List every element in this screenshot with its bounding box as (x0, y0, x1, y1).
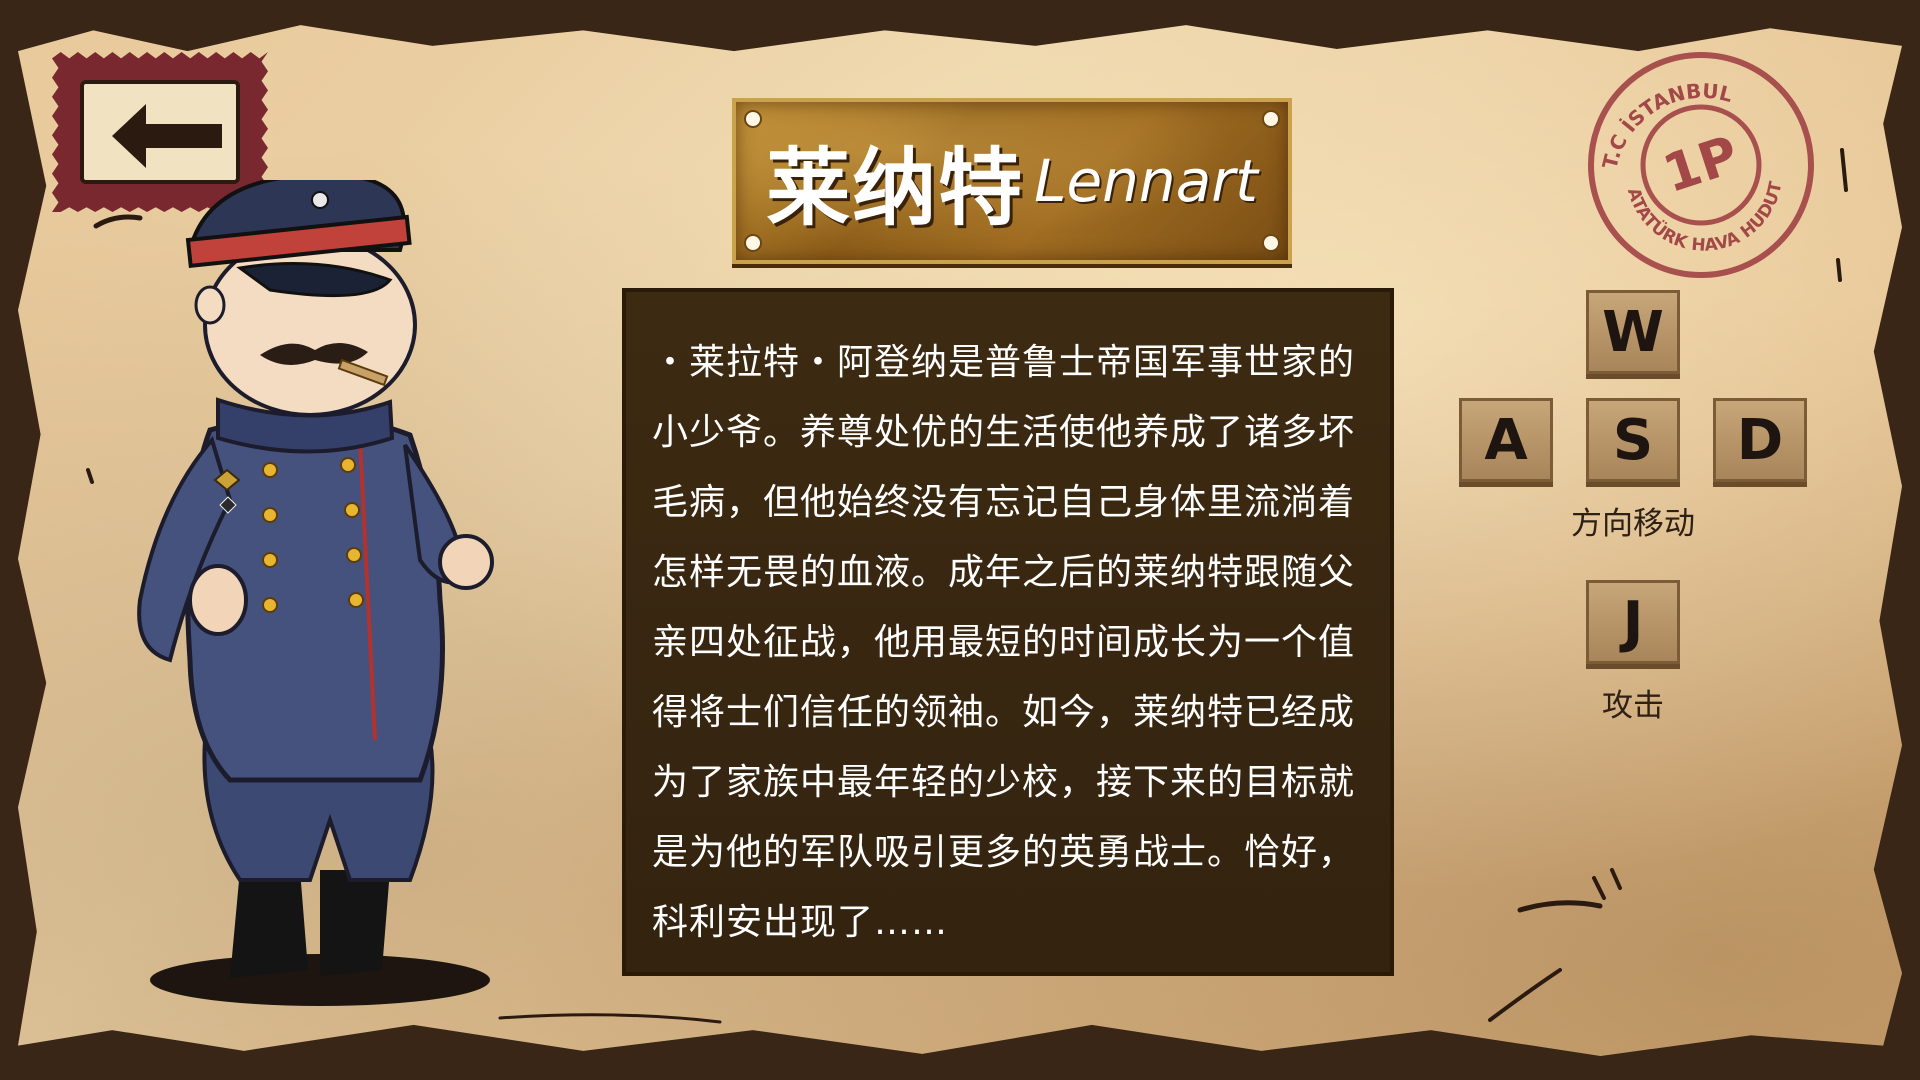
key-d[interactable]: D (1713, 398, 1807, 482)
key-s[interactable]: S (1586, 398, 1680, 482)
character-name-plaque: 莱纳特 Lennart (732, 98, 1292, 264)
key-a[interactable]: A (1459, 398, 1553, 482)
rivet (744, 110, 762, 128)
rivet (1262, 110, 1280, 128)
stamp-player-label: 1P (1656, 125, 1745, 205)
character-name-en: Lennart (1034, 147, 1258, 215)
character-portrait (137, 180, 494, 1006)
move-label: 方向移动 (1571, 506, 1695, 542)
rivet (744, 234, 762, 252)
player-stamp: T.C İSTANBUL ATATÜRK HAVA HUDUT KAPISI 1… (1576, 40, 1814, 278)
rivet (1262, 234, 1280, 252)
left-arrow-icon (112, 104, 222, 168)
character-description-panel: ・莱拉特・阿登纳是普鲁士帝国军事世家的小少爷。养尊处优的生活使他养成了诸多坏毛病… (622, 288, 1394, 976)
attack-label: 攻击 (1602, 688, 1664, 724)
back-button-inner (80, 80, 240, 184)
character-description-text: ・莱拉特・阿登纳是普鲁士帝国军事世家的小少爷。养尊处优的生活使他养成了诸多坏毛病… (652, 342, 1356, 943)
key-j[interactable]: J (1586, 580, 1680, 664)
character-name-cn: 莱纳特 (766, 138, 1025, 237)
key-w[interactable]: W (1586, 290, 1680, 374)
